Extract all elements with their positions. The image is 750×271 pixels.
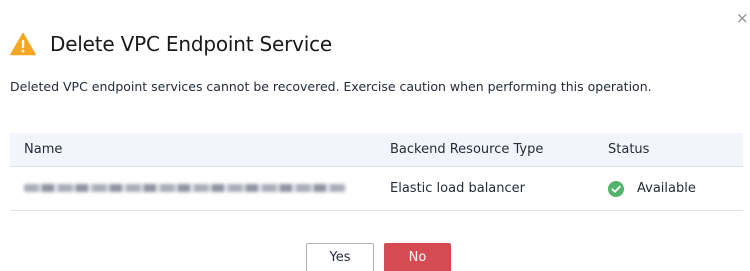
obscured-name xyxy=(24,184,346,192)
table-row: Elastic load balancer Available xyxy=(10,166,743,211)
table-header-row: Name Backend Resource Type Status xyxy=(10,133,743,167)
resource-table: Name Backend Resource Type Status Elasti… xyxy=(10,133,743,211)
close-icon[interactable]: × xyxy=(736,10,750,26)
check-circle-icon xyxy=(608,180,624,197)
cell-name xyxy=(10,166,390,211)
dialog-header: Delete VPC Endpoint Service xyxy=(10,31,332,57)
yes-button[interactable]: Yes xyxy=(306,243,374,271)
dialog-title: Delete VPC Endpoint Service xyxy=(50,32,333,56)
cell-status: Available xyxy=(608,166,743,211)
cell-backend-resource-type: Elastic load balancer xyxy=(390,166,608,211)
delete-dialog: × Delete VPC Endpoint Service Deleted VP… xyxy=(0,0,750,271)
status-text: Available xyxy=(637,181,696,196)
column-header-status: Status xyxy=(608,133,743,167)
warning-triangle-icon xyxy=(10,32,36,56)
warning-message: Deleted VPC endpoint services cannot be … xyxy=(10,79,652,94)
column-header-backend-resource-type: Backend Resource Type xyxy=(390,133,608,167)
column-header-name: Name xyxy=(10,133,390,167)
no-button[interactable]: No xyxy=(384,243,451,271)
